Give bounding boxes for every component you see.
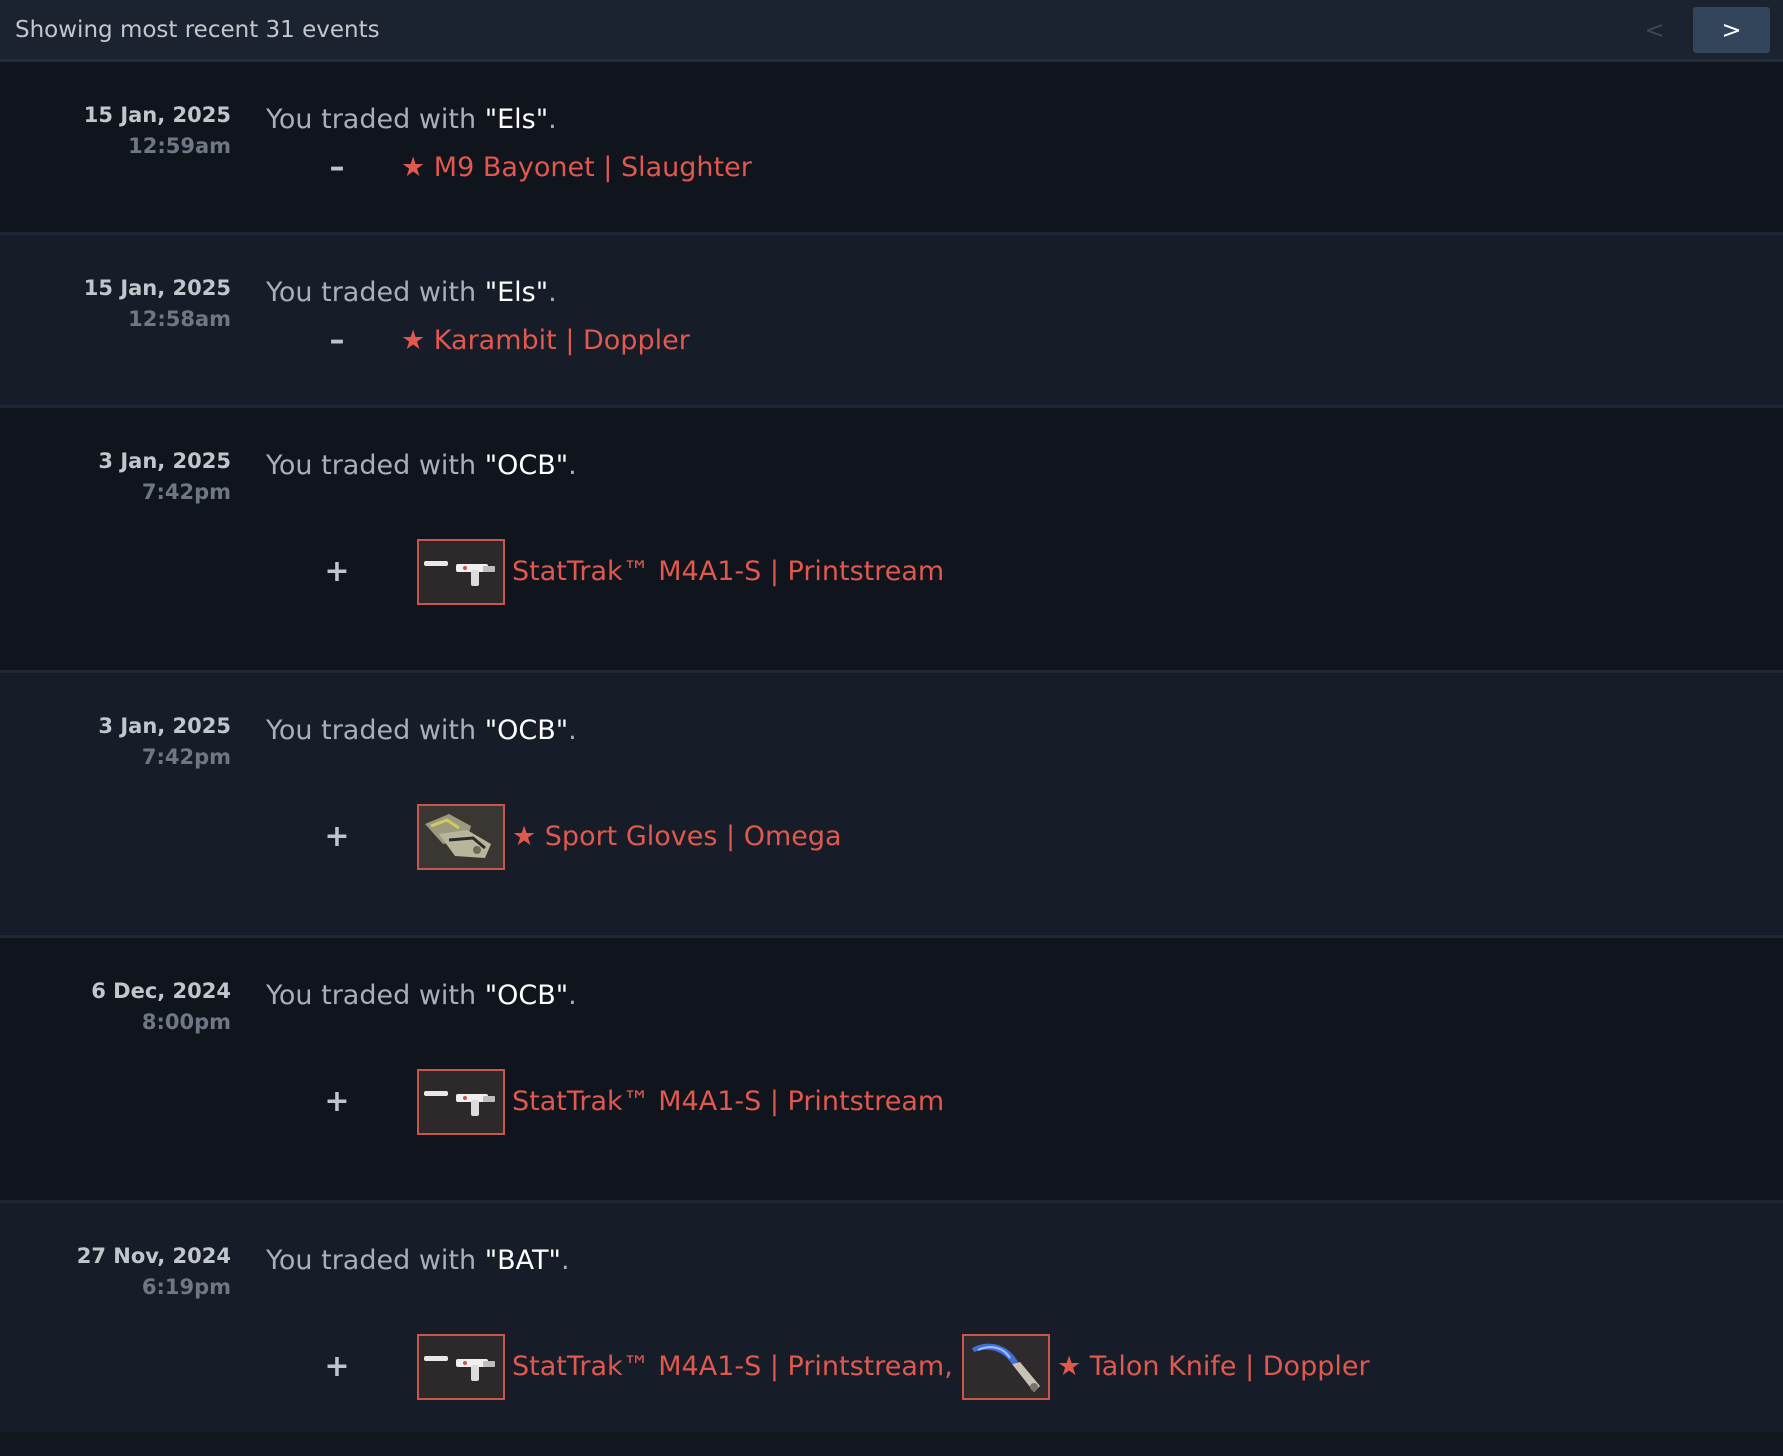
item-name-link[interactable]: ★ Talon Knife | Doppler xyxy=(1057,1334,1370,1400)
item-name-link[interactable]: ★ Sport Gloves | Omega xyxy=(512,804,842,870)
item-removed-sign: – xyxy=(329,150,345,185)
item-name-link[interactable]: ★ M9 Bayonet | Slaughter xyxy=(401,148,752,188)
summary-suffix: . xyxy=(568,980,577,1011)
trade-partner-name[interactable]: "OCB" xyxy=(485,980,568,1011)
event-summary: You traded with "BAT". xyxy=(266,1243,570,1279)
traded-items: – ★ M9 Bayonet | Slaughter xyxy=(0,148,1783,188)
summary-suffix: . xyxy=(568,715,577,746)
rifle-icon[interactable] xyxy=(417,539,505,605)
event-summary: You traded with "OCB". xyxy=(266,713,577,749)
event-time: 7:42pm xyxy=(141,480,231,504)
trade-partner-name[interactable]: "BAT" xyxy=(485,1245,561,1276)
event-date: 15 Jan, 2025 xyxy=(83,276,231,300)
gloves-icon[interactable] xyxy=(417,804,505,870)
summary-suffix: . xyxy=(548,104,557,135)
event-time: 8:00pm xyxy=(141,1010,231,1034)
summary-prefix: You traded with xyxy=(266,450,485,481)
summary-suffix: . xyxy=(548,277,557,308)
event-date: 27 Nov, 2024 xyxy=(76,1244,231,1268)
traded-items: – ★ Karambit | Doppler xyxy=(0,321,1783,361)
trade-partner-name[interactable]: "OCB" xyxy=(485,450,568,481)
summary-prefix: You traded with xyxy=(266,715,485,746)
event-summary: You traded with "OCB". xyxy=(266,978,577,1014)
traded-items: + StatTrak™ M4A1-S | Printstream xyxy=(0,539,1783,605)
trade-event-row: 15 Jan, 2025 12:59am You traded with "El… xyxy=(0,62,1783,235)
item-added-sign: + xyxy=(324,554,350,589)
event-time: 6:19pm xyxy=(141,1275,231,1299)
trade-event-row: 6 Dec, 2024 8:00pm You traded with "OCB"… xyxy=(0,938,1783,1203)
prev-page-button[interactable]: < xyxy=(1616,7,1693,53)
trade-event-row: 3 Jan, 2025 7:42pm You traded with "OCB"… xyxy=(0,408,1783,673)
summary-prefix: You traded with xyxy=(266,104,485,135)
item-name-link[interactable]: StatTrak™ M4A1-S | Printstream xyxy=(512,539,944,605)
item-added-sign: + xyxy=(324,1084,350,1119)
event-date: 6 Dec, 2024 xyxy=(91,979,231,1003)
events-count-text: Showing most recent 31 events xyxy=(15,17,380,43)
item-removed-sign: – xyxy=(329,323,345,358)
item-name-link[interactable]: StatTrak™ M4A1-S | Printstream, xyxy=(512,1334,953,1400)
item-name-link[interactable]: ★ Karambit | Doppler xyxy=(401,321,690,361)
item-added-sign: + xyxy=(324,1349,350,1384)
item-name-link[interactable]: StatTrak™ M4A1-S | Printstream xyxy=(512,1069,944,1135)
trade-event-row: 3 Jan, 2025 7:42pm You traded with "OCB"… xyxy=(0,673,1783,938)
trade-partner-name[interactable]: "Els" xyxy=(485,277,548,308)
rifle-icon[interactable] xyxy=(417,1069,505,1135)
traded-items: + StatTrak™ M4A1-S | Printstream xyxy=(0,1069,1783,1135)
item-added-sign: + xyxy=(324,819,350,854)
event-time: 7:42pm xyxy=(141,745,231,769)
summary-suffix: . xyxy=(560,1245,570,1276)
knife-icon[interactable] xyxy=(962,1334,1050,1400)
event-summary: You traded with "Els". xyxy=(266,102,557,138)
event-date: 3 Jan, 2025 xyxy=(98,714,231,738)
summary-suffix: . xyxy=(568,450,577,481)
summary-prefix: You traded with xyxy=(266,980,485,1011)
traded-items: + StatTrak™ M4A1-S | Printstream, ★ Talo… xyxy=(0,1334,1783,1400)
summary-prefix: You traded with xyxy=(266,277,485,308)
trade-partner-name[interactable]: "OCB" xyxy=(485,715,568,746)
traded-items: + ★ Sport Gloves | Omega xyxy=(0,804,1783,870)
event-date: 3 Jan, 2025 xyxy=(98,449,231,473)
trade-partner-name[interactable]: "Els" xyxy=(485,104,548,135)
rifle-icon[interactable] xyxy=(417,1334,505,1400)
event-date: 15 Jan, 2025 xyxy=(83,103,231,127)
trade-events-list: 15 Jan, 2025 12:59am You traded with "El… xyxy=(0,62,1783,1432)
event-summary: You traded with "OCB". xyxy=(266,448,577,484)
next-page-button[interactable]: > xyxy=(1693,7,1770,53)
trade-event-row: 15 Jan, 2025 12:58am You traded with "El… xyxy=(0,235,1783,408)
trade-event-row: 27 Nov, 2024 6:19pm You traded with "BAT… xyxy=(0,1203,1783,1432)
events-header: Showing most recent 31 events < > xyxy=(0,0,1783,62)
event-summary: You traded with "Els". xyxy=(266,275,557,311)
summary-prefix: You traded with xyxy=(266,1245,485,1276)
